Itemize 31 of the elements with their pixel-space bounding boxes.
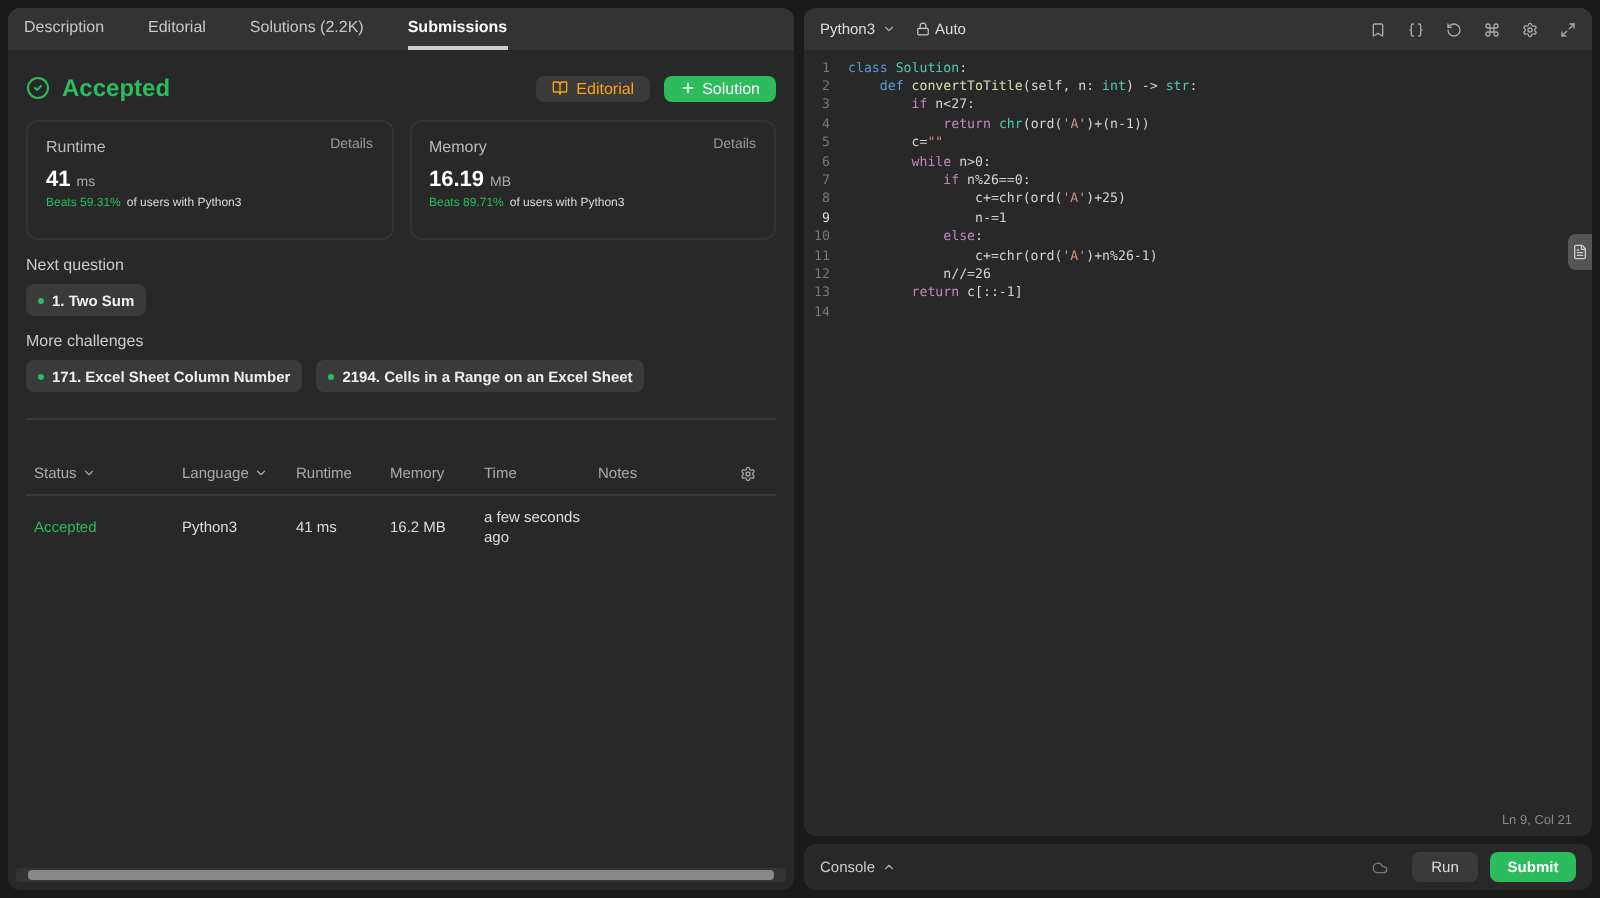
chevron-down-icon [82,466,97,480]
lock-icon [915,22,930,36]
editorial-button[interactable]: Editorial [536,75,651,101]
chevron-up-icon [881,860,896,874]
chevron-down-icon [254,466,269,480]
braces-icon [1408,21,1424,37]
plus-icon [680,80,697,96]
section-heading: Next question [26,256,126,274]
side-tab[interactable] [1568,234,1592,270]
stat-value: 41 [46,168,71,192]
tab[interactable]: Editorial [148,8,206,50]
bookmark-icon [1370,21,1386,37]
cloud-icon [1372,859,1388,875]
tab[interactable]: Solutions (2.2K) [249,8,364,50]
reset-icon [1446,21,1462,37]
document-icon [1572,244,1588,260]
check-circle-icon [26,76,50,100]
expand-icon [1560,21,1576,37]
command-icon [1484,21,1500,37]
tab[interactable]: Description [24,8,105,50]
stat-value: 16.19 [429,168,485,192]
section-heading: More challenges [26,332,146,350]
book-icon [552,80,569,96]
horizontal-scrollbar[interactable] [16,868,786,882]
chevron-down-icon [881,22,896,36]
settings-icon [740,465,756,481]
stat-title: Memory [429,138,487,156]
stat-title: Runtime [46,138,106,156]
settings-icon [1522,21,1538,37]
tab[interactable]: Submissions [407,8,508,50]
status-title: Accepted [62,74,171,102]
